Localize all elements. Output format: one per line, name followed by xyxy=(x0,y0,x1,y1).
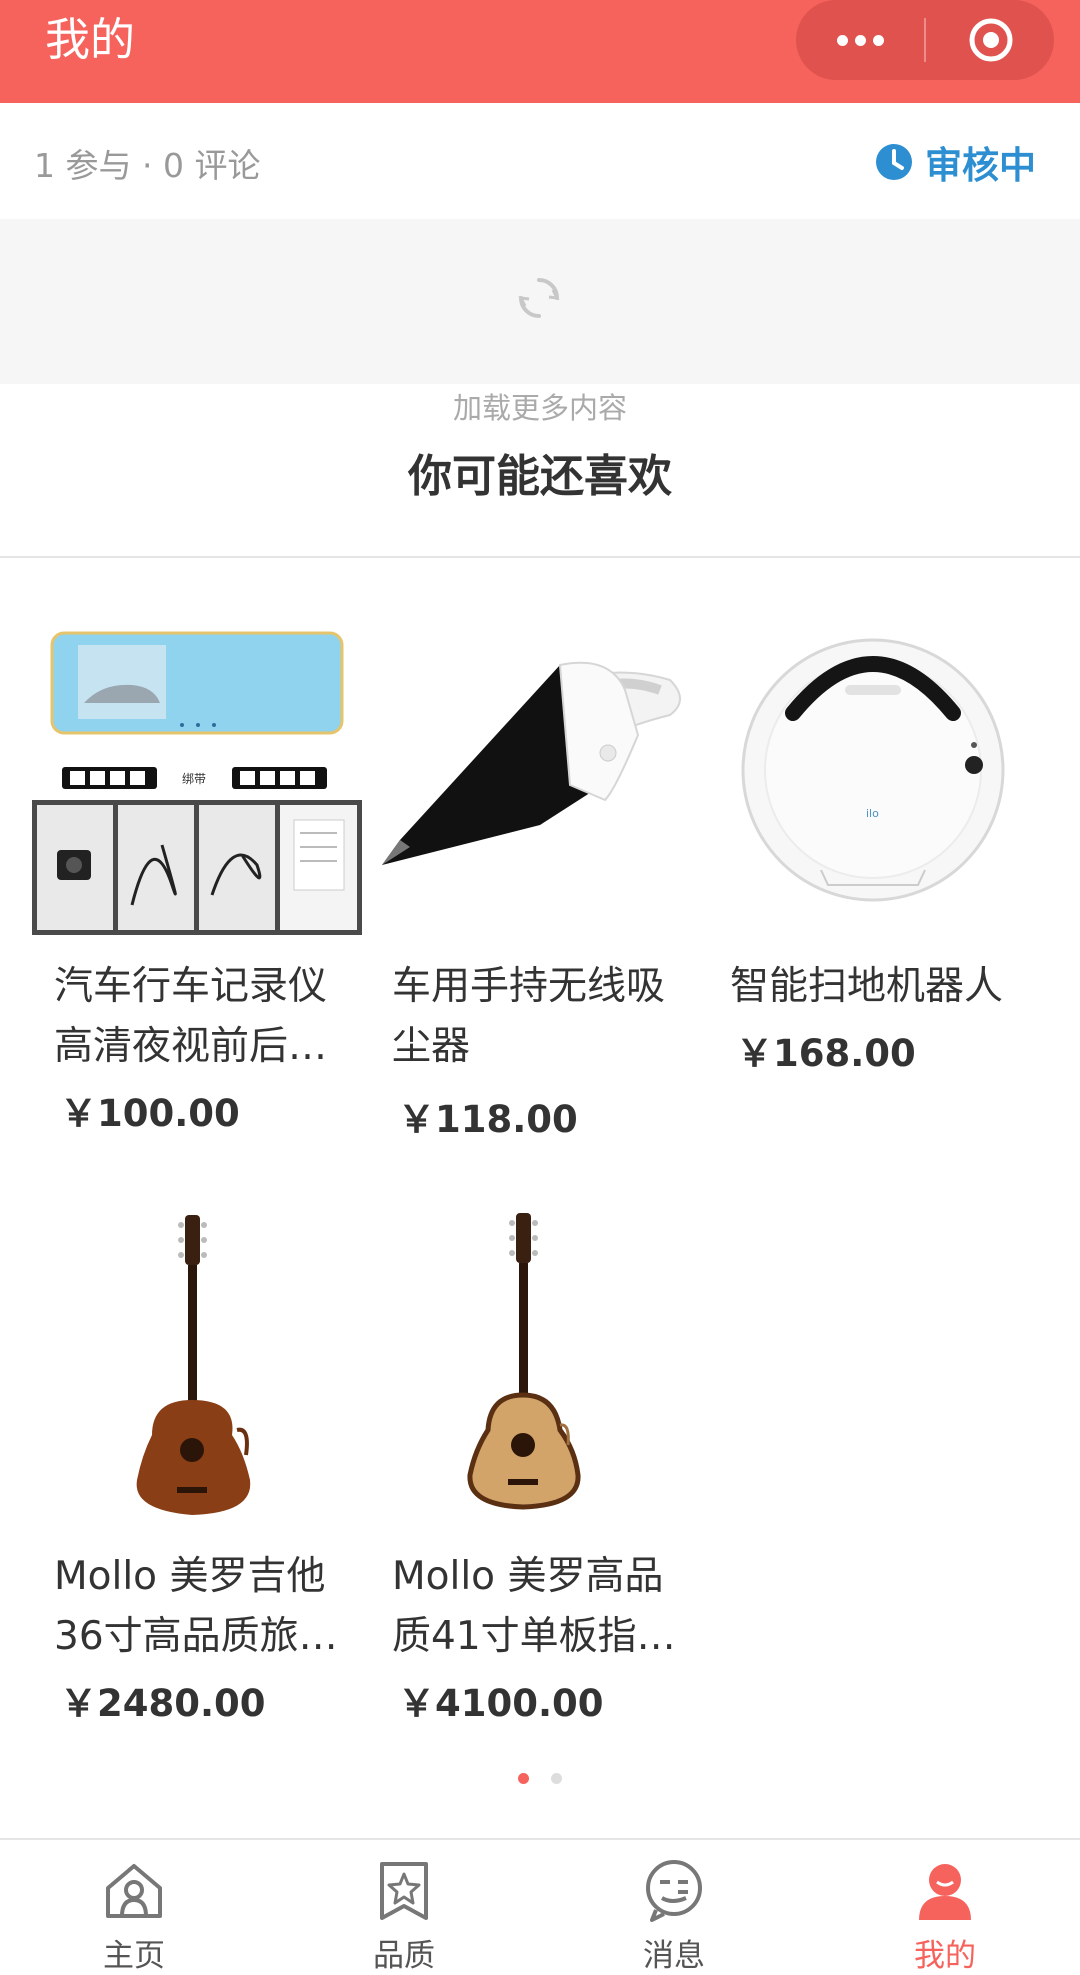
clock-icon xyxy=(876,144,912,180)
target-close-icon[interactable] xyxy=(966,15,1016,65)
tab-label: 消息 xyxy=(643,1938,705,1974)
miniprogram-capsule xyxy=(796,0,1054,80)
product-title: 汽车行车记录仪 高清夜视前后… xyxy=(54,964,328,1069)
tab-quality[interactable]: 品质 xyxy=(314,1840,494,1975)
tab-label: 主页 xyxy=(103,1938,165,1974)
loading-area xyxy=(0,219,1080,384)
robot-vacuum-image: ilo xyxy=(708,605,1038,935)
page-dot[interactable] xyxy=(551,1773,562,1784)
page-indicator xyxy=(518,1773,562,1784)
product-price: ￥4100.00 xyxy=(398,1682,604,1725)
quality-star-icon xyxy=(380,1862,428,1920)
home-icon xyxy=(106,1864,162,1918)
message-icon xyxy=(646,1860,702,1922)
product-card-dashcam[interactable]: 绑带 汽车行车记录仪 高清夜视前后… ￥100.00 xyxy=(32,605,362,1135)
brand-mark: ilo xyxy=(866,807,879,820)
product-title: 车用手持无线吸 尘器 xyxy=(392,964,666,1069)
tab-home[interactable]: 主页 xyxy=(44,1840,224,1975)
stats-bar: 1 参与 · 0 评论 审核中 xyxy=(0,103,1080,219)
recommend-title: 你可能还喜欢 xyxy=(408,451,672,502)
tab-label: 品质 xyxy=(373,1938,435,1974)
tab-profile[interactable]: 我的 xyxy=(855,1840,1035,1975)
product-card-guitar-dark[interactable]: Mollo 美罗吉他 36寸高品质旅… ￥2480.00 xyxy=(32,1195,362,1725)
tab-label: 我的 xyxy=(914,1938,976,1974)
product-card-robot-vacuum[interactable]: ilo 智能扫地机器人 ￥168.00 xyxy=(708,605,1038,1125)
dashcam-image: 绑带 xyxy=(32,605,362,935)
product-card-guitar-light[interactable]: Mollo 美罗高品 质41寸单板指… ￥4100.00 xyxy=(370,1195,700,1725)
product-title: Mollo 美罗吉他 36寸高品质旅… xyxy=(54,1554,338,1659)
guitar-dark-image xyxy=(32,1195,362,1525)
more-dots-icon[interactable] xyxy=(796,0,924,80)
product-card-vacuum[interactable]: 车用手持无线吸 尘器 ￥118.00 xyxy=(370,605,700,1141)
product-price: ￥168.00 xyxy=(736,1032,916,1075)
profile-icon xyxy=(919,1864,971,1920)
product-title: Mollo 美罗高品 质41寸单板指… xyxy=(392,1554,676,1659)
load-more-text[interactable]: 加载更多内容 xyxy=(0,385,1080,427)
product-title: 智能扫地机器人 xyxy=(730,964,1004,1009)
product-price: ￥2480.00 xyxy=(60,1682,266,1725)
refresh-spinner-icon xyxy=(518,278,560,318)
product-price: ￥118.00 xyxy=(398,1098,578,1141)
nav-bar: 我的 xyxy=(0,0,1080,103)
strap-label: 绑带 xyxy=(182,772,206,786)
participation-stats: 1 参与 · 0 评论 xyxy=(34,146,261,185)
page-title: 我的 xyxy=(45,13,136,66)
review-status-label: 审核中 xyxy=(925,144,1036,187)
tab-bar: 主页 品质 消息 我的 xyxy=(0,1838,1080,1975)
page-dot-active[interactable] xyxy=(518,1773,529,1784)
guitar-light-image xyxy=(370,1195,700,1525)
capsule-divider xyxy=(924,18,926,62)
tab-messages[interactable]: 消息 xyxy=(584,1840,764,1975)
review-status: 审核中 xyxy=(875,135,1036,189)
vacuum-image xyxy=(370,605,700,935)
section-divider xyxy=(0,556,1080,558)
product-price: ￥100.00 xyxy=(60,1092,240,1135)
